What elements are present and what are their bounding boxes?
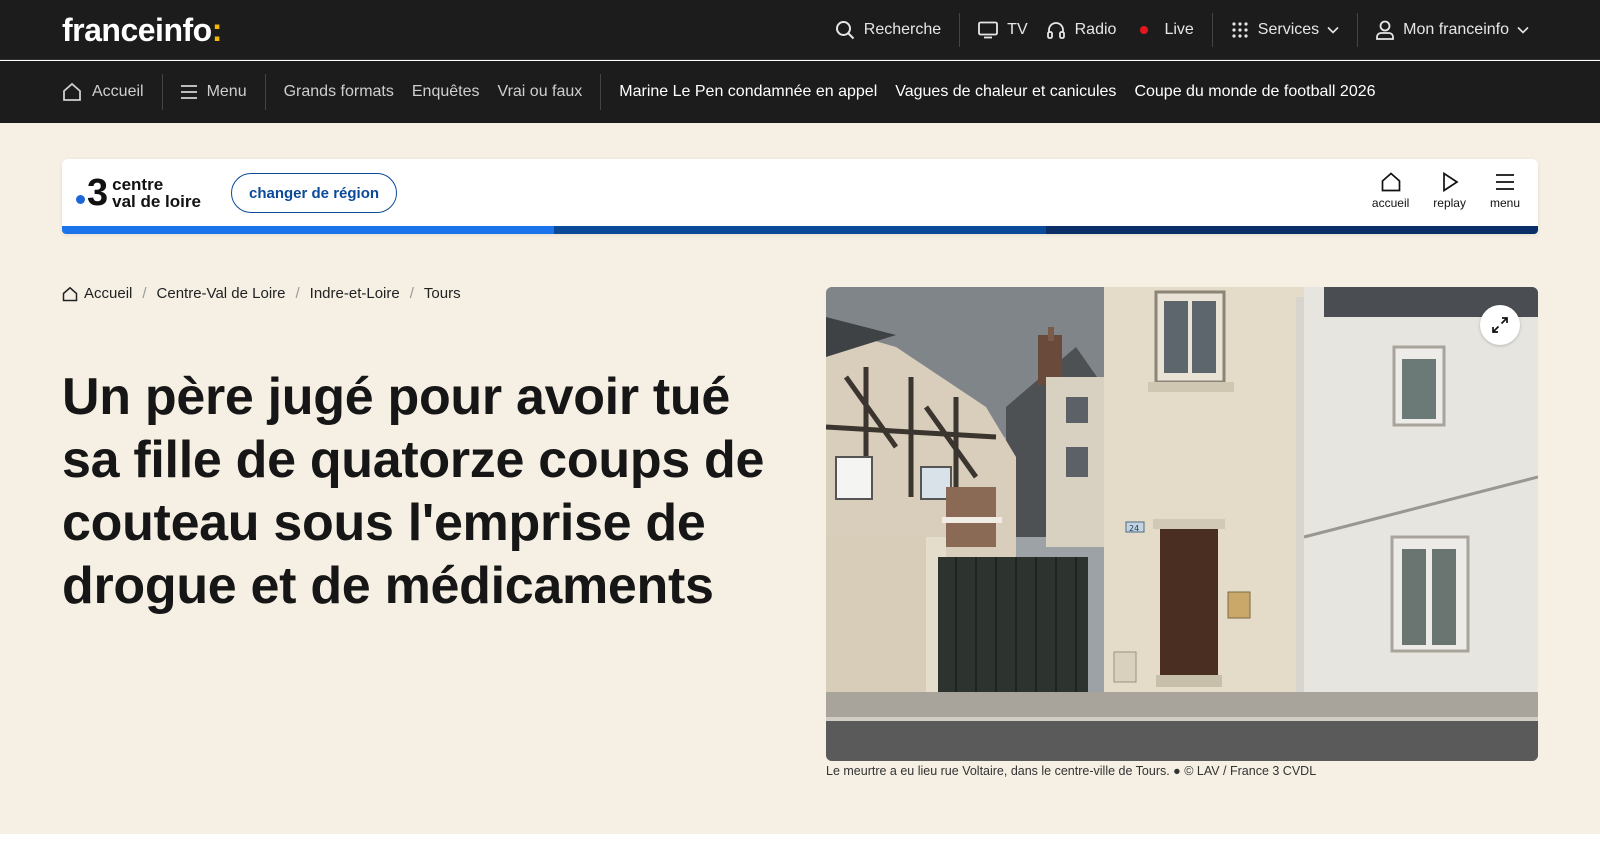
- trending-link-canicules[interactable]: Vagues de chaleur et canicules: [886, 83, 1125, 101]
- radio-link[interactable]: Radio: [1037, 0, 1126, 60]
- tv-label: TV: [1007, 21, 1028, 38]
- stripe-segment: [554, 226, 1046, 234]
- live-label: Live: [1164, 21, 1194, 38]
- expand-photo-button[interactable]: [1480, 305, 1520, 345]
- expand-icon: [1492, 317, 1508, 333]
- divider: [959, 13, 961, 47]
- region-banner: 3 centre val de loire changer de région a…: [62, 159, 1538, 234]
- region-home-button[interactable]: accueil: [1372, 171, 1409, 210]
- breadcrumb-home[interactable]: Accueil: [62, 285, 132, 302]
- breadcrumb: Accueil / Centre-Val de Loire / Indre-et…: [62, 285, 461, 302]
- live-dot-icon: [1140, 26, 1149, 34]
- live-link[interactable]: Live: [1125, 0, 1202, 60]
- top-navigation-bar: franceinfo: Recherche TV Radio Live Serv…: [0, 0, 1600, 60]
- article-header-section: 3 centre val de loire changer de région a…: [0, 123, 1600, 834]
- breadcrumb-separator: /: [295, 285, 300, 302]
- account-label: Mon franceinfo: [1403, 21, 1509, 38]
- divider: [600, 74, 602, 110]
- nav-link-enquetes[interactable]: Enquêtes: [403, 83, 489, 101]
- region-menu-button[interactable]: menu: [1490, 171, 1520, 210]
- tv-icon: [978, 21, 999, 39]
- region-replay-label: replay: [1433, 196, 1466, 210]
- home-icon: [1381, 172, 1400, 192]
- region-actions: accueil replay menu: [1348, 171, 1520, 210]
- change-region-button[interactable]: changer de région: [231, 173, 398, 213]
- home-icon: [62, 286, 78, 301]
- breadcrumb-separator: /: [409, 285, 414, 302]
- services-label: Services: [1257, 21, 1320, 38]
- divider: [1357, 13, 1359, 47]
- services-dropdown[interactable]: Services: [1222, 0, 1348, 60]
- chevron-down-icon: [1327, 26, 1339, 34]
- region-name: centre val de loire: [112, 175, 201, 211]
- headphones-icon: [1046, 22, 1065, 39]
- region-menu-label: menu: [1489, 196, 1520, 210]
- stripe-segment: [1046, 226, 1538, 234]
- france3-region-logo[interactable]: 3 centre val de loire: [76, 174, 212, 212]
- divider: [264, 74, 266, 110]
- franceinfo-logo[interactable]: franceinfo:: [62, 12, 222, 49]
- search-label: Recherche: [863, 21, 942, 38]
- user-icon: [1376, 20, 1395, 40]
- breadcrumb-department[interactable]: Indre-et-Loire: [310, 285, 400, 302]
- channel-number: 3: [87, 172, 109, 214]
- home-label: Accueil: [92, 83, 144, 100]
- search-icon: [835, 21, 855, 40]
- breadcrumb-city[interactable]: Tours: [424, 285, 461, 302]
- section-navigation-bar: Accueil Menu Grands formats Enquêtes Vra…: [0, 61, 1600, 123]
- divider: [1211, 13, 1213, 47]
- home-icon: [63, 82, 81, 101]
- home-link[interactable]: Accueil: [62, 82, 153, 102]
- divider: [161, 74, 163, 110]
- logo-dot: [76, 194, 85, 204]
- region-home-label: accueil: [1371, 196, 1410, 210]
- play-icon: [1442, 171, 1459, 193]
- hamburger-icon: [180, 85, 197, 99]
- chevron-down-icon: [1517, 26, 1529, 34]
- tv-link[interactable]: TV: [969, 0, 1036, 60]
- account-dropdown[interactable]: Mon franceinfo: [1367, 0, 1538, 60]
- menu-label: Menu: [206, 83, 247, 100]
- nav-link-grands-formats[interactable]: Grands formats: [275, 83, 403, 101]
- trending-link-coupe-du-monde[interactable]: Coupe du monde de football 2026: [1125, 83, 1384, 101]
- photo-caption: Le meurtre a eu lieu rue Voltaire, dans …: [826, 764, 1317, 778]
- stripe-segment: [62, 226, 554, 234]
- radio-label: Radio: [1074, 21, 1117, 38]
- breadcrumb-region[interactable]: Centre-Val de Loire: [157, 285, 286, 302]
- house-number: 24: [1129, 524, 1139, 533]
- street-scene-illustration: 24: [826, 287, 1538, 761]
- region-color-stripe: [62, 226, 1538, 234]
- hamburger-icon: [1495, 174, 1514, 190]
- top-nav: Recherche TV Radio Live Services Mon fra…: [826, 0, 1538, 60]
- grid-icon: [1232, 22, 1248, 38]
- article-photo[interactable]: 24: [826, 287, 1538, 761]
- search-button[interactable]: Recherche: [826, 0, 950, 60]
- trending-link-le-pen[interactable]: Marine Le Pen condamnée en appel: [610, 83, 886, 101]
- nav-link-vrai-ou-faux[interactable]: Vrai ou faux: [488, 83, 591, 101]
- article-headline: Un père jugé pour avoir tué sa fille de …: [62, 368, 765, 615]
- menu-button[interactable]: Menu: [172, 83, 256, 101]
- breadcrumb-separator: /: [142, 285, 147, 302]
- region-replay-button[interactable]: replay: [1433, 171, 1466, 210]
